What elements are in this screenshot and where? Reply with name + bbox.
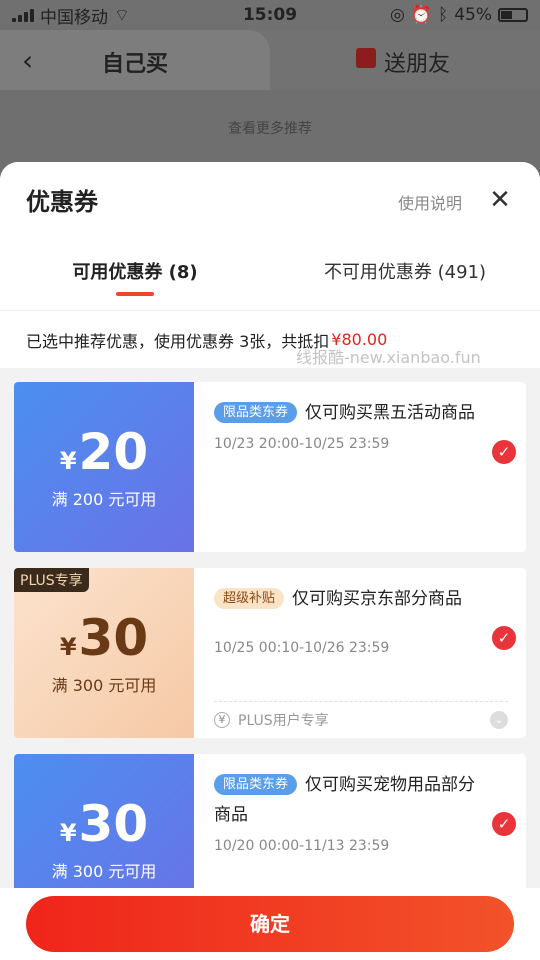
tab-gift-friend-label: 送朋友 xyxy=(384,52,451,77)
footer-bar: 确定 xyxy=(0,888,540,960)
gift-icon xyxy=(356,48,376,68)
currency-symbol: ¥ xyxy=(59,447,77,475)
coupon-type-tag: 限品类东券 xyxy=(214,402,298,423)
coupon-description: 超级补贴 仅可购买京东部分商品 xyxy=(214,584,484,614)
wifi-icon: ⌔ xyxy=(114,5,130,26)
coupon-date-range: 10/25 00:10-10/26 23:59 xyxy=(214,640,390,656)
back-icon: ‹ xyxy=(22,44,34,77)
check-icon[interactable]: ✓ xyxy=(492,626,516,650)
currency-symbol: ¥ xyxy=(59,633,77,661)
coupon-type-tag: 超级补贴 xyxy=(214,588,285,609)
check-icon[interactable]: ✓ xyxy=(492,812,516,836)
sheet-title: 优惠券 xyxy=(26,188,98,216)
coupon-price: ¥ 20 xyxy=(60,424,148,480)
coupon-amount: 30 xyxy=(78,609,149,667)
close-icon[interactable]: ✕ xyxy=(486,186,514,214)
coupon-description-text: 仅可购买京东部分商品 xyxy=(292,589,463,609)
coupon-tabs: 可用优惠券 (8) 不可用优惠券 (491) xyxy=(0,258,540,298)
yen-coin-icon: ¥ xyxy=(214,712,230,728)
alarm-icon: ⏰ xyxy=(410,5,432,25)
coupon-list: ¥ 20 满 200 元可用 限品类东券 仅可购买黑五活动商品 10/23 20:… xyxy=(0,368,540,924)
coupon-condition: 满 300 元可用 xyxy=(51,676,157,695)
coupon-value-panel: PLUS专享 ¥ 30 满 300 元可用 xyxy=(14,568,194,738)
coupon-date-range: 10/20 00:00-11/13 23:59 xyxy=(214,838,390,854)
plus-exclusive-badge: PLUS专享 xyxy=(14,568,89,592)
tab-self-buy-label: 自己买 xyxy=(102,52,169,77)
coupon-condition: 满 300 元可用 xyxy=(51,862,157,881)
status-bar: 中国移动 ⌔ 15:09 ◎ ⏰ ᛒ 45% xyxy=(0,0,540,30)
coupon-card[interactable]: PLUS专享 ¥ 30 满 300 元可用 超级补贴 仅可购买京东部分商品 10/… xyxy=(14,568,526,738)
battery-percent: 45% xyxy=(454,5,492,25)
coupon-price: ¥ 30 xyxy=(60,796,148,852)
plus-note-row[interactable]: ¥ PLUS用户专享 ⌄ xyxy=(214,701,508,730)
coupon-sheet: 优惠券 使用说明 ✕ 可用优惠券 (8) 不可用优惠券 (491) 已选中推荐优… xyxy=(0,162,540,960)
confirm-button[interactable]: 确定 xyxy=(26,896,514,952)
coupon-value-panel: ¥ 20 满 200 元可用 xyxy=(14,382,194,552)
usage-help-link[interactable]: 使用说明 xyxy=(398,190,462,214)
check-icon[interactable]: ✓ xyxy=(492,440,516,464)
coupon-details: 限品类东券 仅可购买黑五活动商品 10/23 20:00-10/25 23:59 … xyxy=(194,382,526,552)
currency-symbol: ¥ xyxy=(59,819,77,847)
summary-text: 已选中推荐优惠，使用优惠券 3张，共抵扣 xyxy=(26,331,330,351)
watermark: 线报酷-new.xianbao.fun xyxy=(296,348,481,367)
tab-unavailable[interactable]: 不可用优惠券 (491) xyxy=(270,258,540,298)
coupon-condition: 满 200 元可用 xyxy=(51,490,157,509)
signal-icon xyxy=(12,8,34,22)
coupon-date-range: 10/23 20:00-10/25 23:59 xyxy=(214,436,390,452)
coupon-amount: 20 xyxy=(78,423,149,481)
more-recommend-link: 查看更多推荐 xyxy=(228,121,312,137)
battery-icon xyxy=(498,8,528,22)
sheet-header: 优惠券 使用说明 ✕ 可用优惠券 (8) 不可用优惠券 (491) xyxy=(0,162,540,310)
coupon-description-text: 仅可购买黑五活动商品 xyxy=(305,403,476,423)
coupon-price: ¥ 30 xyxy=(60,610,148,666)
chevron-down-icon[interactable]: ⌄ xyxy=(490,711,508,729)
carrier-label: 中国移动 xyxy=(40,7,108,28)
lock-rotation-icon: ◎ xyxy=(389,5,405,25)
clock: 15:09 xyxy=(242,5,298,25)
background-header: ‹ 自己买 送朋友 查看更多推荐 xyxy=(0,30,540,137)
coupon-details: 超级补贴 仅可购买京东部分商品 10/25 00:10-10/26 23:59 ✓… xyxy=(194,568,526,738)
discount-summary: 已选中推荐优惠，使用优惠券 3张，共抵扣 ¥80.00 线报酷-new.xian… xyxy=(0,310,540,368)
coupon-amount: 30 xyxy=(78,795,149,853)
coupon-description: 限品类东券 仅可购买黑五活动商品 xyxy=(214,398,484,428)
coupon-card[interactable]: ¥ 20 满 200 元可用 限品类东券 仅可购买黑五活动商品 10/23 20:… xyxy=(14,382,526,552)
coupon-type-tag: 限品类东券 xyxy=(214,774,298,795)
coupon-description: 限品类东券 仅可购买宠物用品部分商品 xyxy=(214,770,484,830)
bluetooth-icon: ᛒ xyxy=(438,5,449,25)
tab-available[interactable]: 可用优惠券 (8) xyxy=(0,258,270,298)
plus-note-text: PLUS用户专享 xyxy=(238,713,329,729)
